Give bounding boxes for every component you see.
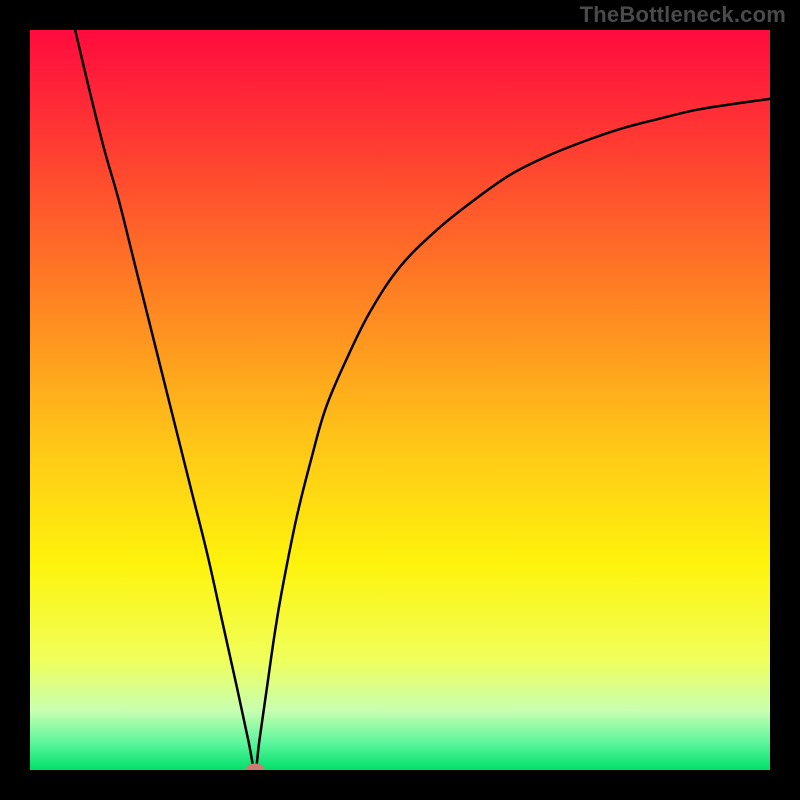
- watermark-text: TheBottleneck.com: [580, 2, 786, 28]
- plot-area: [30, 30, 770, 770]
- bottleneck-chart: [30, 30, 770, 770]
- chart-frame: TheBottleneck.com: [0, 0, 800, 800]
- gradient-background: [30, 30, 770, 770]
